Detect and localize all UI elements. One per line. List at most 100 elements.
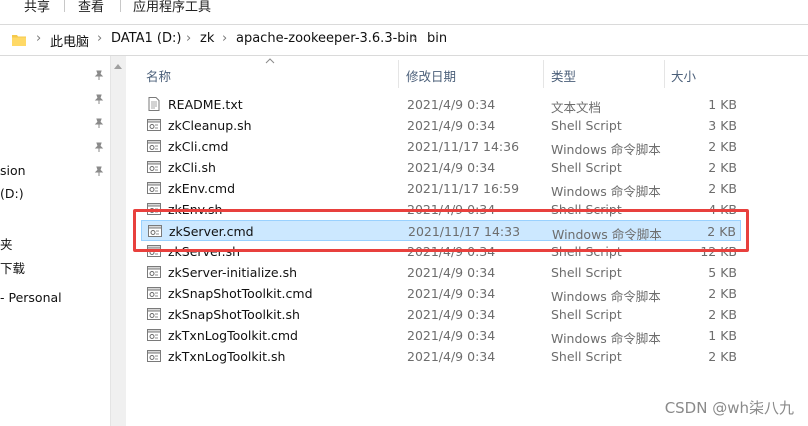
address-bar[interactable]: › 此电脑 › DATA1 (D:) › zk › apache-zookeep…	[0, 24, 808, 56]
file-row[interactable]: zkCli.cmd 2021/11/17 14:36 Windows 命令脚本 2 K…	[141, 136, 741, 157]
file-name: zkSnapShotToolkit.cmd	[168, 286, 313, 301]
file-row[interactable]: zkServer-initialize.sh 2021/4/9 0:34 Shell…	[141, 262, 741, 283]
nav-item-folder[interactable]: 夹	[0, 234, 13, 253]
breadcrumb-drive[interactable]: DATA1 (D:)	[111, 31, 181, 46]
file-type: Shell Script	[551, 160, 622, 175]
chevron-right-icon[interactable]: ›	[222, 31, 227, 46]
file-type: Shell Script	[551, 349, 622, 364]
nav-scrollbar[interactable]	[110, 56, 126, 426]
file-modified-date: 2021/4/9 0:34	[407, 265, 496, 280]
file-row[interactable]: zkTxnLogToolkit.cmd 2021/4/9 0:34 Windows …	[141, 325, 741, 346]
navigation-pane: sion (D:) 夹 下载 - Personal	[0, 56, 124, 426]
cmd-file-icon	[147, 181, 161, 195]
file-row[interactable]: zkEnv.cmd 2021/11/17 16:59 Windows 命令脚本 2 K…	[141, 178, 741, 199]
scroll-up-arrow-icon[interactable]	[114, 64, 122, 69]
file-type: Shell Script	[551, 307, 622, 322]
column-header-date[interactable]: 修改日期	[406, 66, 456, 85]
nav-item-downloads[interactable]: 下载	[0, 258, 25, 277]
file-name: zkCli.cmd	[168, 139, 229, 154]
file-row[interactable]: zkCli.sh 2021/4/9 0:34 Shell Script 2 KB	[141, 157, 741, 178]
file-modified-date: 2021/11/17 16:59	[407, 181, 520, 196]
nav-item-version[interactable]: sion	[0, 163, 26, 178]
chevron-right-icon[interactable]: ›	[97, 31, 102, 46]
breadcrumb-zookeeper[interactable]: apache-zookeeper-3.6.3-bin	[236, 31, 417, 46]
ribbon-divider	[64, 0, 65, 12]
file-row[interactable]: zkSnapShotToolkit.cmd 2021/4/9 0:34 Window…	[141, 283, 741, 304]
file-size: 2 KB	[708, 286, 737, 301]
cmd-file-icon	[147, 328, 161, 342]
script-file-icon	[147, 349, 161, 363]
script-file-icon	[147, 265, 161, 279]
file-modified-date: 2021/11/17 14:36	[407, 139, 520, 154]
ribbon-divider	[120, 0, 121, 12]
chevron-right-icon: ›	[36, 31, 42, 46]
file-size: 5 KB	[708, 265, 737, 280]
file-name: zkCli.sh	[168, 160, 216, 175]
script-file-icon	[147, 307, 161, 321]
file-name: zkSnapShotToolkit.sh	[168, 307, 300, 322]
cmd-file-icon	[147, 139, 161, 153]
file-modified-date: 2021/4/9 0:34	[407, 118, 496, 133]
pin-icon[interactable]	[94, 118, 104, 128]
folder-icon	[12, 35, 26, 46]
file-type: Windows 命令脚本	[551, 289, 661, 304]
breadcrumb-this-pc[interactable]: 此电脑	[50, 31, 89, 50]
file-row[interactable]: README.txt 2021/4/9 0:34 文本文档 1 KB	[141, 94, 741, 115]
file-size: 2 KB	[708, 160, 737, 175]
file-modified-date: 2021/4/9 0:34	[407, 97, 496, 112]
sort-ascending-icon	[265, 58, 275, 64]
file-size: 2 KB	[708, 307, 737, 322]
file-name: zkTxnLogToolkit.sh	[168, 349, 286, 364]
nav-item-onedrive-personal[interactable]: - Personal	[0, 290, 62, 305]
column-header-name[interactable]: 名称	[146, 66, 171, 85]
file-modified-date: 2021/4/9 0:34	[407, 328, 496, 343]
column-divider[interactable]	[664, 60, 665, 88]
file-modified-date: 2021/4/9 0:34	[407, 307, 496, 322]
column-divider[interactable]	[543, 60, 544, 88]
file-type: Windows 命令脚本	[551, 142, 661, 157]
pin-icon[interactable]	[94, 166, 104, 176]
column-header-size[interactable]: 大小	[671, 66, 696, 85]
file-name: zkServer-initialize.sh	[168, 265, 298, 280]
text-file-icon	[147, 97, 161, 111]
file-size: 3 KB	[708, 118, 737, 133]
script-file-icon	[147, 160, 161, 174]
file-type: Shell Script	[551, 265, 622, 280]
nav-item-drive[interactable]: (D:)	[0, 186, 24, 201]
file-name: zkCleanup.sh	[168, 118, 252, 133]
file-row[interactable]: zkTxnLogToolkit.sh 2021/4/9 0:34 Shell Scr…	[141, 346, 741, 367]
file-name: README.txt	[168, 97, 243, 112]
script-file-icon	[147, 118, 161, 132]
file-name: zkTxnLogToolkit.cmd	[168, 328, 298, 343]
file-type: Windows 命令脚本	[551, 184, 661, 199]
pin-icon[interactable]	[94, 94, 104, 104]
chevron-right-icon[interactable]: ›	[412, 31, 417, 46]
highlight-box	[133, 209, 749, 252]
pin-icon[interactable]	[94, 142, 104, 152]
watermark: CSDN @wh柒八九	[664, 399, 794, 417]
file-name: zkEnv.cmd	[168, 181, 236, 196]
file-row[interactable]: zkCleanup.sh 2021/4/9 0:34 Shell Script 3 K…	[141, 115, 741, 136]
file-size: 1 KB	[708, 328, 737, 343]
file-modified-date: 2021/4/9 0:34	[407, 160, 496, 175]
file-size: 2 KB	[708, 349, 737, 364]
file-type: 文本文档	[551, 100, 602, 115]
ribbon-tabs: 共享 查看 应用程序工具	[0, 0, 808, 18]
tab-view[interactable]: 查看	[78, 0, 104, 15]
cmd-file-icon	[147, 286, 161, 300]
file-modified-date: 2021/4/9 0:34	[407, 286, 496, 301]
tab-app-tools[interactable]: 应用程序工具	[133, 0, 211, 15]
file-type: Shell Script	[551, 118, 622, 133]
column-divider[interactable]	[398, 60, 399, 88]
pin-icon[interactable]	[94, 70, 104, 80]
column-header-type[interactable]: 类型	[551, 66, 576, 85]
file-modified-date: 2021/4/9 0:34	[407, 349, 496, 364]
breadcrumb-zk[interactable]: zk	[200, 31, 214, 46]
breadcrumb-bin[interactable]: bin	[427, 31, 447, 46]
file-size: 1 KB	[708, 97, 737, 112]
file-type: Windows 命令脚本	[551, 331, 661, 346]
file-size: 2 KB	[708, 139, 737, 154]
chevron-right-icon[interactable]: ›	[186, 31, 191, 46]
file-row[interactable]: zkSnapShotToolkit.sh 2021/4/9 0:34 Shell S…	[141, 304, 741, 325]
tab-share[interactable]: 共享	[24, 0, 50, 15]
